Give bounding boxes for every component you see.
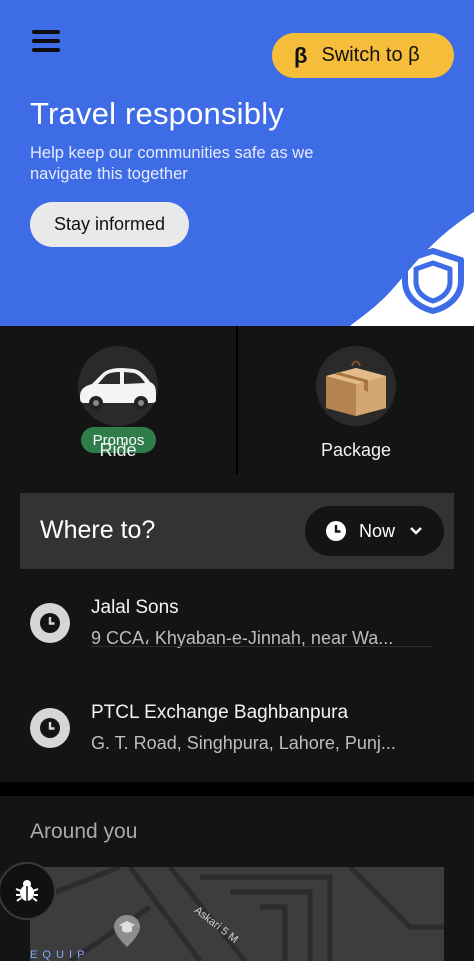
package-label: Package [320,440,392,460]
safety-banner: β Switch to β Travel responsibly Help ke… [0,0,474,326]
map-roads [30,867,444,961]
schedule-now-label: Now [359,520,396,541]
clock-icon [30,603,70,643]
recent-place-item[interactable]: PTCL Exchange Baghbanpura G. T. Road, Si… [0,685,474,785]
list-divider [91,646,431,647]
chevron-down-icon [410,527,422,535]
where-to-label: Where to? [40,516,156,544]
recent-place-item[interactable]: Jalal Sons 9 CCA، Khyaban-e-Jinnah, near… [0,580,474,680]
clock-icon [30,708,70,748]
around-you-map[interactable]: Askari 5 M E Q U I P [30,867,444,961]
package-icon [326,360,386,416]
shield-icon [402,248,464,314]
ride-service-button[interactable]: Promos Ride [38,346,198,476]
section-separator [0,782,474,796]
switch-to-beta-button[interactable]: β Switch to β [272,33,454,78]
services-divider [236,326,238,474]
recent-place-title: Jalal Sons [91,597,179,618]
debug-button[interactable] [0,862,56,920]
clock-icon [326,521,346,541]
recent-place-address: G. T. Road, Singhpura, Lahore, Punj... [91,733,396,753]
package-service-button[interactable]: Package [276,346,436,476]
hamburger-menu-icon [32,30,60,34]
around-you-title: Around you [30,820,138,843]
switch-to-beta-label: Switch to β [321,44,420,66]
map-place-label: E Q U I P [30,949,86,961]
ride-label: Ride [99,440,137,460]
banner-subtitle: Help keep our communities safe as we nav… [30,144,314,183]
around-you-section: Around you Askari 5 M E Q U I P [0,796,474,961]
menu-button[interactable] [26,24,66,58]
car-icon [80,368,156,410]
schedule-now-button[interactable]: Now [305,506,444,556]
beta-icon: β [294,42,308,68]
services-row: Promos Ride Package [0,326,474,476]
bug-icon [15,880,39,902]
graduation-cap-pin-icon [114,915,140,947]
where-to-search[interactable]: Where to? Now [20,493,454,569]
recent-place-title: PTCL Exchange Baghbanpura [91,702,349,723]
banner-title: Travel responsibly [30,96,284,131]
stay-informed-button[interactable]: Stay informed [30,202,189,247]
